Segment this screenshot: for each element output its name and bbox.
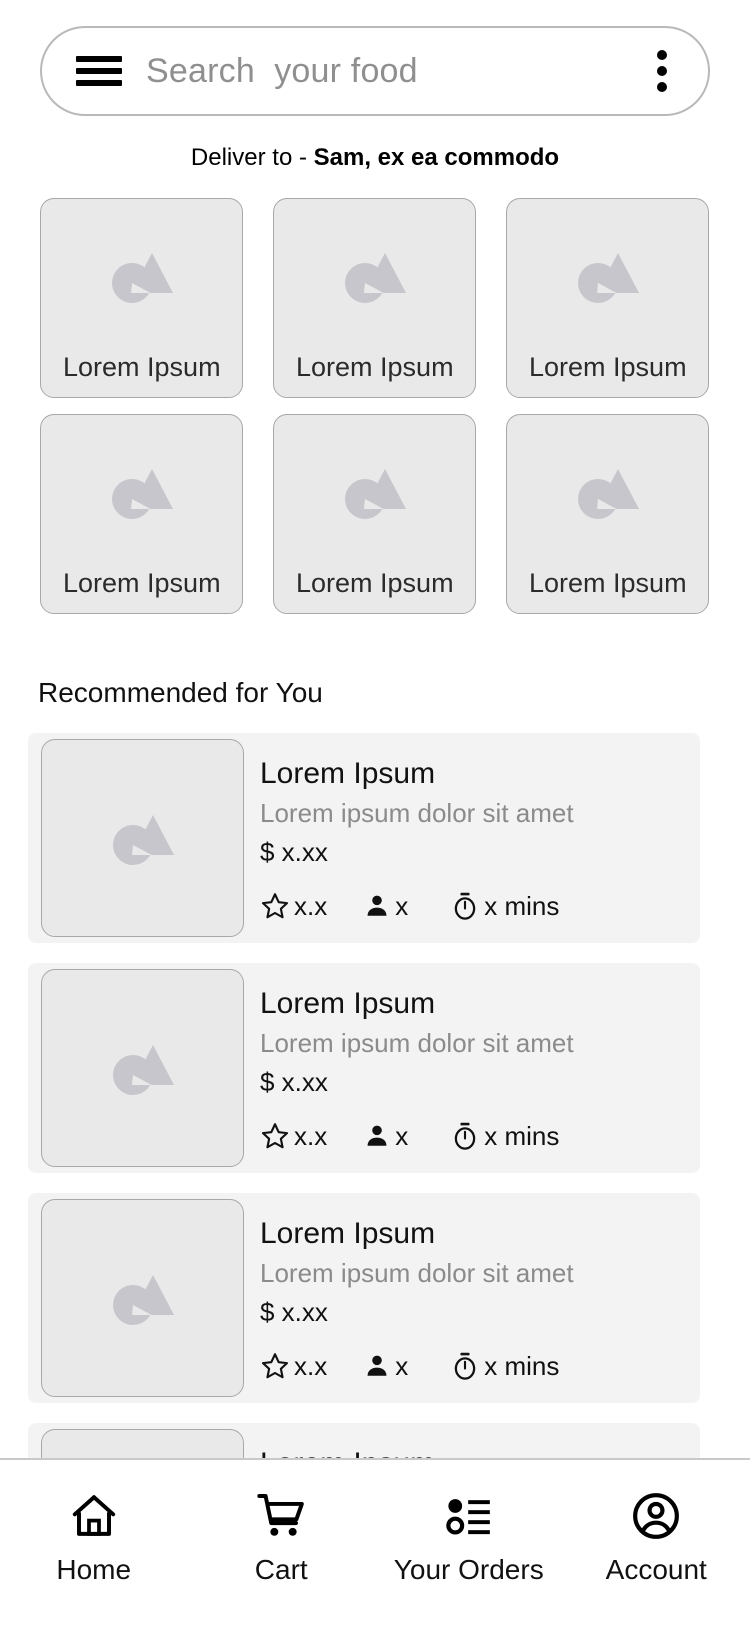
image-placeholder-icon <box>41 739 244 937</box>
time-value: x mins <box>484 1121 560 1151</box>
nav-label-your-orders: Your Orders <box>393 1554 544 1585</box>
nav-label-home: Home <box>56 1554 132 1585</box>
time-value: x mins <box>484 891 560 921</box>
people-meta: x <box>363 1121 408 1151</box>
item-meta-row: x.x x <box>260 1351 688 1381</box>
item-price: $ x.xx <box>260 1067 328 1097</box>
item-subtitle: Lorem ipsum dolor sit amet <box>260 1258 574 1288</box>
rating-meta: x.x <box>260 1121 327 1151</box>
rating-value: x.x <box>294 891 328 921</box>
rating-value: x.x <box>294 1351 328 1381</box>
category-tile[interactable]: Lorem Ipsum <box>273 414 476 614</box>
page-title: Recommended for You <box>38 677 323 708</box>
category-tile[interactable]: Lorem Ipsum <box>273 198 476 398</box>
nav-label-cart: Cart <box>254 1554 308 1585</box>
image-placeholder-icon <box>41 247 242 305</box>
item-price: $ x.xx <box>260 837 328 867</box>
category-tile[interactable]: Lorem Ipsum <box>40 414 243 614</box>
image-placeholder-icon <box>274 247 475 305</box>
item-meta-row: x.x x <box>260 1121 688 1151</box>
star-icon <box>261 893 289 919</box>
bottom-navigation-bar: Home Cart Your Orders Account <box>0 1458 750 1625</box>
list-item[interactable]: Lorem Ipsum Lorem ipsum dolor sit amet $… <box>28 733 700 943</box>
category-tile[interactable]: Lorem Ipsum <box>506 414 709 614</box>
person-icon <box>367 1125 387 1146</box>
people-meta: x <box>363 1351 408 1381</box>
people-value: x <box>395 891 409 921</box>
deliver-to-label: Deliver to - <box>190 144 314 171</box>
time-value: x mins <box>484 1351 560 1381</box>
image-placeholder-icon <box>41 463 242 521</box>
time-meta: x mins <box>450 891 559 921</box>
nav-item-your-orders[interactable]: Your Orders <box>375 1488 563 1587</box>
time-meta: x mins <box>450 1121 559 1151</box>
category-label: Lorem Ipsum <box>63 568 221 598</box>
item-subtitle: Lorem ipsum dolor sit amet <box>260 798 574 828</box>
category-grid: Lorem Ipsum Lorem Ipsum Lorem Ipsum Lore… <box>40 198 710 614</box>
shopping-cart-icon <box>256 1488 306 1544</box>
list-item[interactable]: Lorem Ipsum Lorem ipsum dolor sit amet $… <box>28 963 700 1173</box>
star-icon <box>261 1353 289 1379</box>
stopwatch-icon <box>454 1352 476 1380</box>
account-circle-icon <box>631 1488 681 1544</box>
deliver-to-address: Sam, ex ea commodo <box>313 144 560 171</box>
item-subtitle: Lorem ipsum dolor sit amet <box>260 1028 574 1058</box>
search-input[interactable] <box>146 51 644 91</box>
home-icon <box>69 1488 119 1544</box>
hamburger-menu-icon[interactable] <box>76 56 122 86</box>
item-price: $ x.xx <box>260 1297 328 1327</box>
nav-item-home[interactable]: Home <box>0 1488 188 1587</box>
nav-item-account[interactable]: Account <box>563 1488 750 1587</box>
list-item[interactable]: Lorem Ipsum Lorem ipsum dolor sit amet $… <box>28 1193 700 1403</box>
category-label: Lorem Ipsum <box>63 352 221 382</box>
people-value: x <box>395 1351 409 1381</box>
rating-meta: x.x <box>260 1351 327 1381</box>
nav-item-cart[interactable]: Cart <box>188 1488 376 1587</box>
list-item-body: Lorem Ipsum Lorem ipsum dolor sit amet $… <box>260 985 688 1151</box>
orders-list-icon <box>444 1488 494 1544</box>
item-meta-row: x.x x <box>260 891 688 921</box>
image-placeholder-icon <box>41 969 244 1167</box>
image-placeholder-icon <box>41 1199 244 1397</box>
category-label: Lorem Ipsum <box>296 568 454 598</box>
stopwatch-icon <box>454 1122 476 1150</box>
rating-meta: x.x <box>260 891 327 921</box>
people-meta: x <box>363 891 408 921</box>
category-tile[interactable]: Lorem Ipsum <box>506 198 709 398</box>
category-label: Lorem Ipsum <box>529 568 687 598</box>
stopwatch-icon <box>454 892 476 920</box>
category-label: Lorem Ipsum <box>529 352 687 382</box>
rating-value: x.x <box>294 1121 328 1151</box>
app-root: Deliver to - Sam, ex ea commodo Lorem Ip… <box>0 0 750 1625</box>
image-placeholder-icon <box>507 463 708 521</box>
category-tile[interactable]: Lorem Ipsum <box>40 198 243 398</box>
people-value: x <box>395 1121 409 1151</box>
list-item-body: Lorem Ipsum Lorem ipsum dolor sit amet $… <box>260 755 688 921</box>
search-bar[interactable] <box>40 26 710 116</box>
item-title: Lorem Ipsum <box>260 1217 436 1250</box>
star-icon <box>261 1123 289 1149</box>
person-icon <box>367 1355 387 1376</box>
list-item-body: Lorem Ipsum Lorem ipsum dolor sit amet $… <box>260 1215 688 1381</box>
image-placeholder-icon <box>274 463 475 521</box>
category-label: Lorem Ipsum <box>296 352 454 382</box>
deliver-to-banner[interactable]: Deliver to - Sam, ex ea commodo <box>0 143 750 173</box>
nav-label-account: Account <box>605 1554 707 1585</box>
item-title: Lorem Ipsum <box>260 757 436 790</box>
image-placeholder-icon <box>507 247 708 305</box>
person-icon <box>367 895 387 916</box>
item-title: Lorem Ipsum <box>260 987 436 1020</box>
time-meta: x mins <box>450 1351 559 1381</box>
more-vertical-icon[interactable] <box>644 47 680 95</box>
